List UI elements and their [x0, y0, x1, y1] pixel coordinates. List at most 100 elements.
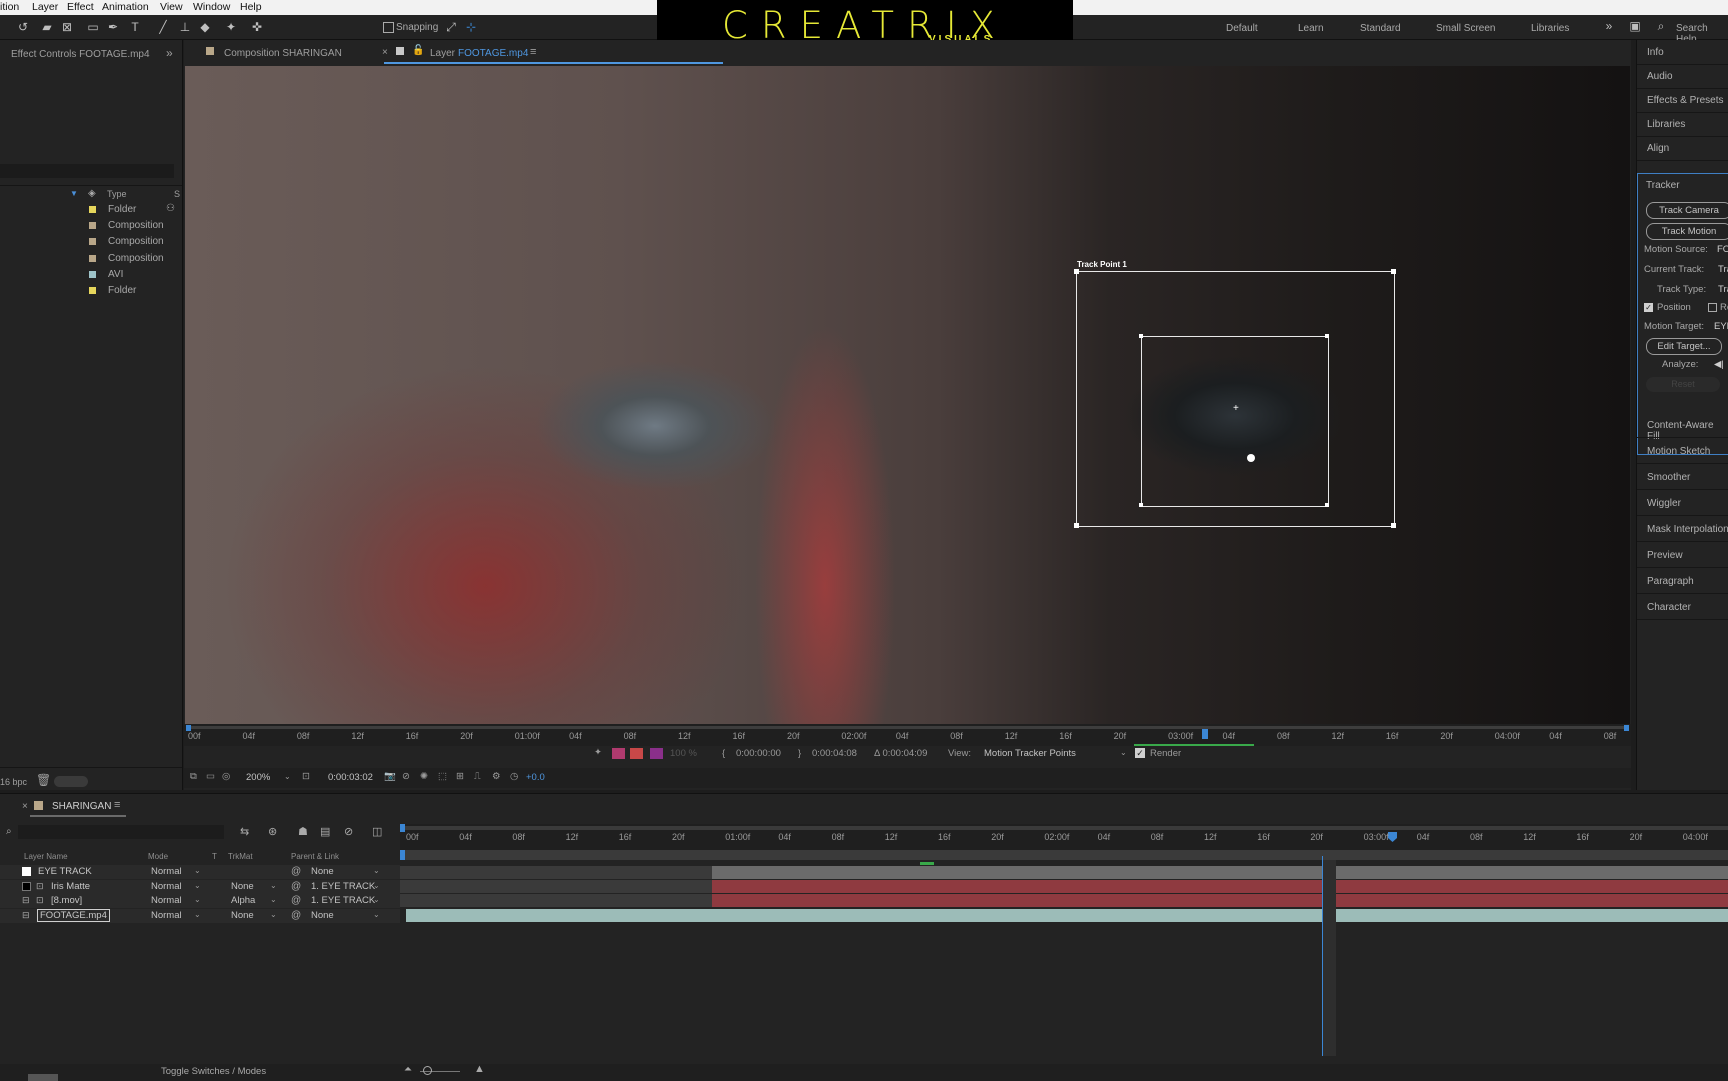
chevron-down-icon[interactable]: ⌄	[373, 895, 380, 904]
draft-3d-icon[interactable]: ⊛	[268, 825, 277, 838]
chevron-down-icon[interactable]: ⌄	[1120, 748, 1127, 757]
pick-whip-icon[interactable]: @	[291, 866, 301, 877]
red-channel-icon[interactable]	[612, 748, 625, 759]
vr-icon[interactable]: ◎	[222, 771, 230, 782]
snapping-checkbox[interactable]	[383, 22, 394, 33]
pick-whip-icon[interactable]: @	[291, 910, 301, 921]
layer-bar-eye-track[interactable]	[712, 866, 1728, 879]
footage-frame[interactable]: Track Point 1 +	[185, 66, 1630, 724]
rotation-checkbox[interactable]	[1708, 303, 1717, 312]
menu-view[interactable]: View	[160, 1, 183, 13]
chevron-down-icon[interactable]: ⌄	[373, 881, 380, 890]
search-region-handle[interactable]	[1074, 523, 1079, 528]
menu-animation[interactable]: Animation	[102, 1, 149, 13]
col-t[interactable]: T	[212, 852, 217, 861]
pick-whip-icon[interactable]: @	[291, 895, 301, 906]
panel-tracker-title[interactable]: Tracker	[1646, 180, 1680, 191]
layer-search-input[interactable]	[18, 825, 224, 839]
track-camera-button[interactable]: Track Camera	[1646, 202, 1728, 219]
rotate-tool-icon[interactable]: ↺	[16, 20, 30, 34]
work-area-bar[interactable]	[402, 826, 1728, 830]
col-mode[interactable]: Mode	[148, 852, 168, 861]
chevron-down-icon[interactable]: ⌄	[194, 881, 201, 890]
pick-whip-icon[interactable]: @	[291, 881, 301, 892]
puppet-tool-icon[interactable]: ✜	[250, 20, 264, 34]
more-workspaces-icon[interactable]: »	[1602, 19, 1616, 33]
bit-depth-button[interactable]: 16 bpc	[0, 777, 27, 787]
track-motion-button[interactable]: Track Motion	[1646, 223, 1728, 240]
chevron-down-icon[interactable]: ⌄	[373, 910, 380, 919]
mode-dropdown[interactable]: Normal	[151, 910, 182, 921]
edit-target-button[interactable]: Edit Target...	[1646, 338, 1722, 355]
project-item[interactable]: Composition	[0, 234, 182, 250]
layer-flowchart-icon[interactable]: ⎍	[474, 771, 481, 782]
snap-options-icon[interactable]: ⤢	[444, 20, 458, 34]
shy-layers-icon[interactable]: ☗	[298, 825, 308, 838]
current-time-indicator[interactable]	[1202, 729, 1208, 739]
workspace-menu-icon[interactable]: ▣	[1628, 19, 1642, 33]
camera-tool-icon[interactable]: ▰	[40, 20, 54, 34]
show-snapshot-icon[interactable]: ⊘	[402, 771, 410, 782]
panel-libraries[interactable]: Libraries	[1647, 119, 1685, 130]
fit-icon[interactable]: ⊡	[302, 771, 310, 782]
layer-row[interactable]: EYE TRACK Normal ⌄ @ None ⌄	[0, 865, 400, 879]
panel-overflow-icon[interactable]: »	[166, 46, 173, 60]
magnification-dropdown[interactable]: 200%	[246, 772, 270, 783]
search-region-handle[interactable]	[1074, 269, 1079, 274]
chevron-down-icon[interactable]: ⌄	[194, 910, 201, 919]
flowchart-icon[interactable]: ⚇	[166, 203, 175, 214]
mode-dropdown[interactable]: Normal	[151, 895, 182, 906]
chevron-down-icon[interactable]: ⌄	[270, 895, 277, 904]
fast-preview-icon[interactable]: ⚙	[492, 771, 501, 782]
close-tab-icon[interactable]: ×	[382, 47, 388, 58]
workspace-default[interactable]: Default	[1226, 23, 1258, 34]
type-column-header[interactable]: Type	[107, 189, 127, 199]
work-area-start-marker[interactable]	[400, 824, 405, 832]
workspace-standard[interactable]: Standard	[1360, 23, 1401, 34]
playhead-marker[interactable]	[1388, 832, 1397, 842]
panel-smoother[interactable]: Smoother	[1647, 472, 1690, 483]
panel-audio[interactable]: Audio	[1647, 71, 1673, 82]
position-checkbox[interactable]: ✓	[1644, 303, 1653, 312]
menu-window[interactable]: Window	[193, 1, 230, 13]
col-parent-link[interactable]: Parent & Link	[291, 852, 339, 861]
pin-icon[interactable]: ✦	[594, 747, 602, 758]
panel-character[interactable]: Character	[1647, 602, 1691, 613]
project-item[interactable]: Composition	[0, 218, 182, 234]
attach-point[interactable]	[1247, 454, 1255, 462]
green-channel-icon[interactable]	[630, 748, 643, 759]
zoom-slider-thumb[interactable]	[423, 1066, 432, 1075]
trkmat-dropdown[interactable]: Alpha	[231, 895, 255, 906]
chevron-down-icon[interactable]: ⌄	[194, 866, 201, 875]
parent-dropdown[interactable]: 1. EYE TRACK	[311, 881, 375, 892]
trash-icon[interactable]: 🗑	[36, 773, 51, 787]
project-search-field[interactable]	[0, 164, 174, 178]
panel-paragraph[interactable]: Paragraph	[1647, 576, 1694, 587]
opacity-value[interactable]: 100 %	[670, 748, 697, 759]
feature-region-handle[interactable]	[1325, 503, 1329, 507]
chevron-down-icon[interactable]: ⌄	[270, 881, 277, 890]
layer-name[interactable]: [8.mov]	[51, 895, 82, 906]
layer-bar-8mov[interactable]	[712, 894, 1728, 907]
panel-mask-interpolation[interactable]: Mask Interpolation	[1647, 524, 1728, 535]
effect-controls-tab[interactable]: Effect Controls FOOTAGE.mp4	[11, 49, 150, 60]
parent-dropdown[interactable]: None	[311, 866, 334, 877]
out-point-marker[interactable]	[1624, 725, 1629, 731]
parent-dropdown[interactable]: 1. EYE TRACK	[311, 895, 375, 906]
snapshot-icon[interactable]: 📷	[384, 771, 396, 782]
blue-channel-icon[interactable]	[650, 748, 663, 759]
mode-dropdown[interactable]: Normal	[151, 866, 182, 877]
tab-composition[interactable]: Composition SHARINGAN	[224, 48, 342, 59]
menu-effect[interactable]: Effect	[67, 1, 94, 13]
monitor-icon[interactable]: ▭	[206, 771, 215, 782]
menu-help[interactable]: Help	[240, 1, 262, 13]
toggle-switches-modes-button[interactable]: Toggle Switches / Modes	[161, 1066, 266, 1077]
panel-info[interactable]: Info	[1647, 47, 1664, 58]
layer-name[interactable]: FOOTAGE.mp4	[37, 909, 110, 922]
layer-name[interactable]: Iris Matte	[51, 881, 90, 892]
chevron-down-icon[interactable]: ⌄	[270, 910, 277, 919]
col-layer-name[interactable]: Layer Name	[24, 852, 68, 861]
channel-icon[interactable]: ✺	[420, 771, 428, 782]
render-checkbox[interactable]: ✓	[1135, 748, 1145, 758]
panel-preview[interactable]: Preview	[1647, 550, 1683, 561]
